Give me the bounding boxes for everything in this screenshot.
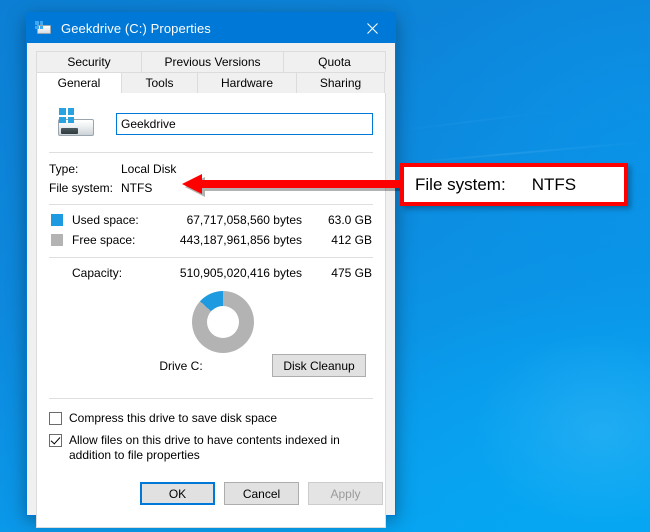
tab-security[interactable]: Security (36, 51, 142, 72)
info-row-type: Type: Local Disk (49, 159, 373, 178)
capacity-gb: 475 GB (331, 266, 372, 280)
compress-drive-label: Compress this drive to save disk space (69, 411, 278, 425)
volume-name-row (49, 93, 373, 145)
index-contents-checkbox[interactable] (49, 434, 62, 447)
free-space-gb: 412 GB (331, 233, 372, 247)
apply-button[interactable]: Apply (308, 482, 383, 505)
info-row-file-system: File system: NTFS (49, 178, 373, 197)
wallpaper-streak (400, 141, 650, 164)
annotation-value: NTFS (531, 174, 577, 194)
close-icon[interactable] (350, 13, 395, 43)
used-space-bytes: 67,717,058,560 bytes (186, 213, 302, 227)
tab-tools[interactable]: Tools (121, 72, 198, 93)
window-title: Geekdrive (C:) Properties (61, 20, 211, 36)
drive-icon (52, 107, 98, 141)
donut-hole (207, 306, 239, 338)
ok-button[interactable]: OK (140, 482, 215, 505)
volume-name-input[interactable] (116, 113, 373, 135)
type-value: Local Disk (121, 161, 177, 176)
dialog-button-bar: OK Cancel Apply (27, 472, 395, 515)
disk-usage-donut (192, 291, 254, 353)
capacity-label: Capacity: (72, 266, 123, 280)
capacity-block: Capacity: 510,905,020,416 bytes 475 GB (49, 258, 373, 283)
annotation-callout: File system: NTFS (400, 163, 628, 206)
drive-info-block: Type: Local Disk File system: NTFS (49, 153, 373, 197)
type-label: Type: (49, 161, 79, 176)
compress-drive-checkbox[interactable] (49, 412, 62, 425)
disk-cleanup-button[interactable]: Disk Cleanup (272, 354, 366, 377)
annotation-label: File system: (415, 174, 506, 194)
title-bar: Geekdrive (C:) Properties (27, 13, 395, 43)
cancel-button[interactable]: Cancel (224, 482, 299, 505)
file-system-label: File system: (49, 180, 114, 195)
tab-sharing[interactable]: Sharing (296, 72, 385, 93)
tab-row-upper: Security Previous Versions Quota (36, 51, 386, 72)
tab-general[interactable]: General (36, 72, 122, 93)
tab-strip: Security Previous Versions Quota General… (27, 43, 395, 93)
free-space-swatch-icon (51, 234, 63, 246)
used-space-gb: 63.0 GB (327, 213, 372, 227)
wallpaper-streak (390, 109, 570, 132)
tab-previous-versions[interactable]: Previous Versions (141, 51, 284, 72)
tab-quota[interactable]: Quota (283, 51, 386, 72)
used-space-swatch-icon (51, 214, 63, 226)
space-usage-block: Used space: 67,717,058,560 bytes 63.0 GB… (49, 205, 373, 250)
wallpaper-glow (470, 330, 650, 530)
file-system-value: NTFS (121, 180, 153, 195)
drive-options-block: Compress this drive to save disk space A… (49, 399, 373, 463)
compress-drive-option[interactable]: Compress this drive to save disk space (49, 411, 373, 426)
free-space-row: Free space: 443,187,961,856 bytes 412 GB (49, 230, 373, 250)
drive-icon (35, 21, 52, 35)
used-space-row: Used space: 67,717,058,560 bytes 63.0 GB (49, 210, 373, 230)
index-contents-label: Allow files on this drive to have conten… (69, 433, 340, 462)
capacity-spacer (51, 267, 63, 279)
index-contents-option[interactable]: Allow files on this drive to have conten… (49, 433, 373, 463)
capacity-row: Capacity: 510,905,020,416 bytes 475 GB (49, 263, 373, 283)
free-space-bytes: 443,187,961,856 bytes (179, 233, 302, 247)
disk-usage-chart: Drive C: Disk Cleanup (49, 291, 373, 391)
drive-properties-dialog: Geekdrive (C:) Properties Security Previ… (26, 12, 396, 528)
tab-hardware[interactable]: Hardware (197, 72, 297, 93)
free-space-label: Free space: (72, 233, 136, 247)
used-space-label: Used space: (72, 213, 139, 227)
capacity-bytes: 510,905,020,416 bytes (179, 266, 302, 280)
tab-row-lower: General Tools Hardware Sharing (36, 72, 386, 93)
general-tab-panel: Type: Local Disk File system: NTFS Used … (36, 93, 386, 528)
